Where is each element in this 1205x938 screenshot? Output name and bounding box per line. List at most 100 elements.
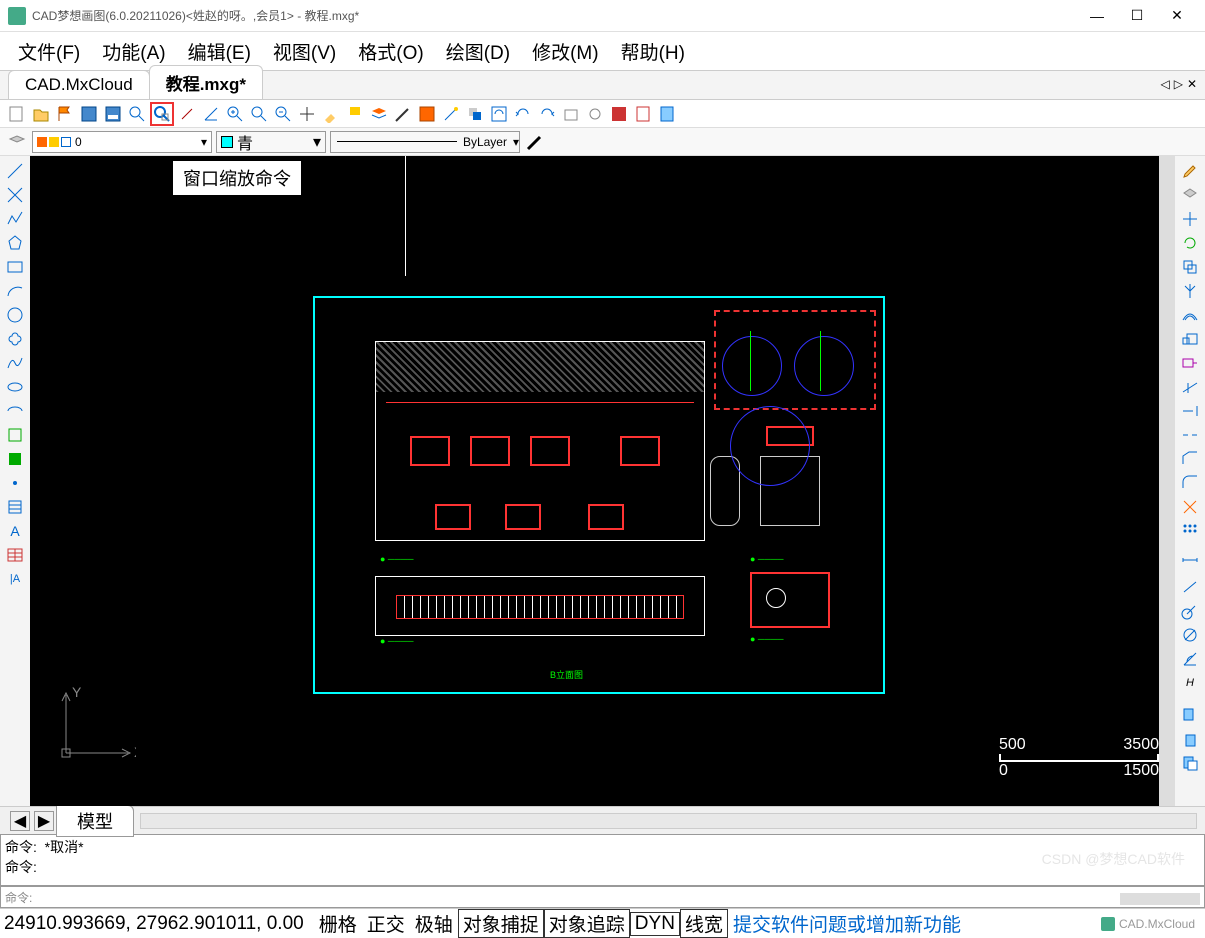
layout-next-icon[interactable]: ▶ — [34, 811, 54, 831]
table-icon[interactable] — [4, 544, 26, 566]
menu-file[interactable]: 文件(F) — [8, 34, 90, 69]
copy-icon[interactable] — [1179, 256, 1201, 278]
config-icon[interactable] — [584, 103, 606, 125]
layer-mgr-icon[interactable] — [6, 131, 28, 153]
save-icon[interactable] — [78, 103, 100, 125]
snap-osnap[interactable]: 对象捕捉 — [458, 909, 544, 938]
ellipse-arc-icon[interactable] — [4, 400, 26, 422]
mirror-icon[interactable] — [1179, 280, 1201, 302]
props-icon[interactable] — [416, 103, 438, 125]
snap-dyn[interactable]: DYN — [630, 912, 680, 936]
saveas-icon[interactable] — [102, 103, 124, 125]
acad-icon[interactable] — [608, 103, 630, 125]
fillet-icon[interactable] — [1179, 472, 1201, 494]
text-icon[interactable]: A — [4, 520, 26, 542]
purge-icon[interactable] — [560, 103, 582, 125]
pan-icon[interactable] — [296, 103, 318, 125]
snap-lweight[interactable]: 线宽 — [680, 909, 728, 938]
minimize-button[interactable]: — — [1077, 3, 1117, 29]
trim-icon[interactable] — [1179, 376, 1201, 398]
close-button[interactable]: ✕ — [1157, 3, 1197, 29]
rotate-icon[interactable] — [1179, 232, 1201, 254]
menu-function[interactable]: 功能(A) — [92, 34, 175, 69]
brush-icon[interactable] — [320, 103, 342, 125]
tab-next-icon[interactable]: ▷ — [1174, 77, 1183, 91]
tab-tutorial[interactable]: 教程.mxg* — [149, 65, 263, 99]
color-selector[interactable]: 青 ▾ — [216, 131, 326, 153]
lineweight-icon[interactable] — [524, 131, 546, 153]
dim-aligned-icon[interactable] — [1179, 576, 1201, 598]
undo-icon[interactable] — [512, 103, 534, 125]
explode-icon[interactable] — [1179, 496, 1201, 518]
chamfer-icon[interactable] — [1179, 448, 1201, 470]
rectangle-icon[interactable] — [4, 256, 26, 278]
insert-icon[interactable] — [4, 424, 26, 446]
zoom-realtime-icon[interactable] — [126, 103, 148, 125]
tool-icon[interactable] — [176, 103, 198, 125]
tab-close-icon[interactable]: ✕ — [1187, 77, 1197, 91]
mtext-icon[interactable]: |A — [4, 568, 26, 590]
layout-hscroll[interactable] — [140, 813, 1197, 829]
hatch-icon[interactable] — [4, 496, 26, 518]
erase-icon[interactable] — [1179, 184, 1201, 206]
order-icon[interactable] — [464, 103, 486, 125]
extend-icon[interactable] — [1179, 400, 1201, 422]
match-icon[interactable] — [440, 103, 462, 125]
snap-ortho[interactable]: 正交 — [362, 909, 410, 938]
new-icon[interactable] — [6, 103, 28, 125]
menu-format[interactable]: 格式(O) — [348, 34, 433, 69]
break-icon[interactable] — [1179, 424, 1201, 446]
angle-icon[interactable] — [200, 103, 222, 125]
move-icon[interactable] — [1179, 208, 1201, 230]
redo-icon[interactable] — [536, 103, 558, 125]
cut-icon[interactable] — [1179, 752, 1201, 774]
revcloud-icon[interactable] — [4, 328, 26, 350]
menu-draw[interactable]: 绘图(D) — [436, 34, 520, 69]
tab-model[interactable]: 模型 — [56, 805, 134, 837]
spline-icon[interactable] — [4, 352, 26, 374]
submit-feedback-link[interactable]: 提交软件问题或增加新功能 — [728, 909, 966, 938]
dim-linear-icon[interactable] — [1179, 552, 1201, 574]
scale-icon[interactable] — [1179, 328, 1201, 350]
maximize-button[interactable]: ☐ — [1117, 3, 1157, 29]
snap-polar[interactable]: 极轴 — [410, 909, 458, 938]
array-icon[interactable] — [1179, 520, 1201, 542]
tab-cad-cloud[interactable]: CAD.MxCloud — [8, 70, 150, 99]
linetype-selector[interactable]: ByLayer ▾ — [330, 131, 520, 153]
polyline-icon[interactable] — [4, 208, 26, 230]
snap-otrack[interactable]: 对象追踪 — [544, 909, 630, 938]
layers-icon[interactable] — [368, 103, 390, 125]
offset-icon[interactable] — [1179, 304, 1201, 326]
tab-prev-icon[interactable]: ◁ — [1160, 77, 1169, 91]
brush2-icon[interactable] — [392, 103, 414, 125]
layout-prev-icon[interactable]: ◀ — [10, 811, 30, 831]
point-icon[interactable] — [4, 472, 26, 494]
block-icon[interactable] — [4, 448, 26, 470]
edit-icon[interactable] — [1179, 160, 1201, 182]
stretch-icon[interactable] — [1179, 352, 1201, 374]
canvas-vscroll[interactable] — [1159, 156, 1175, 806]
menu-modify[interactable]: 修改(M) — [522, 34, 608, 69]
polygon-icon[interactable] — [4, 232, 26, 254]
refresh-icon[interactable] — [488, 103, 510, 125]
command-history[interactable]: 命令: *取消* 命令: — [0, 834, 1205, 886]
dim-radius-icon[interactable] — [1179, 600, 1201, 622]
copy-clip-icon[interactable] — [1179, 704, 1201, 726]
arc-icon[interactable] — [4, 280, 26, 302]
zoom-window-icon[interactable] — [150, 102, 174, 126]
open-icon[interactable] — [30, 103, 52, 125]
dim-diameter-icon[interactable] — [1179, 624, 1201, 646]
layer-selector[interactable]: 0 ▾ — [32, 131, 212, 153]
circle-icon[interactable] — [4, 304, 26, 326]
menu-edit[interactable]: 编辑(E) — [178, 34, 261, 69]
help-icon[interactable] — [656, 103, 678, 125]
snap-grid[interactable]: 栅格 — [314, 909, 362, 938]
menu-help[interactable]: 帮助(H) — [611, 34, 695, 69]
ellipse-icon[interactable] — [4, 376, 26, 398]
zoom-out-icon[interactable] — [272, 103, 294, 125]
zoom-in-icon[interactable] — [224, 103, 246, 125]
menu-view[interactable]: 视图(V) — [263, 34, 346, 69]
zoom-ext-icon[interactable] — [248, 103, 270, 125]
paste-icon[interactable] — [1179, 728, 1201, 750]
flag-icon[interactable] — [54, 103, 76, 125]
